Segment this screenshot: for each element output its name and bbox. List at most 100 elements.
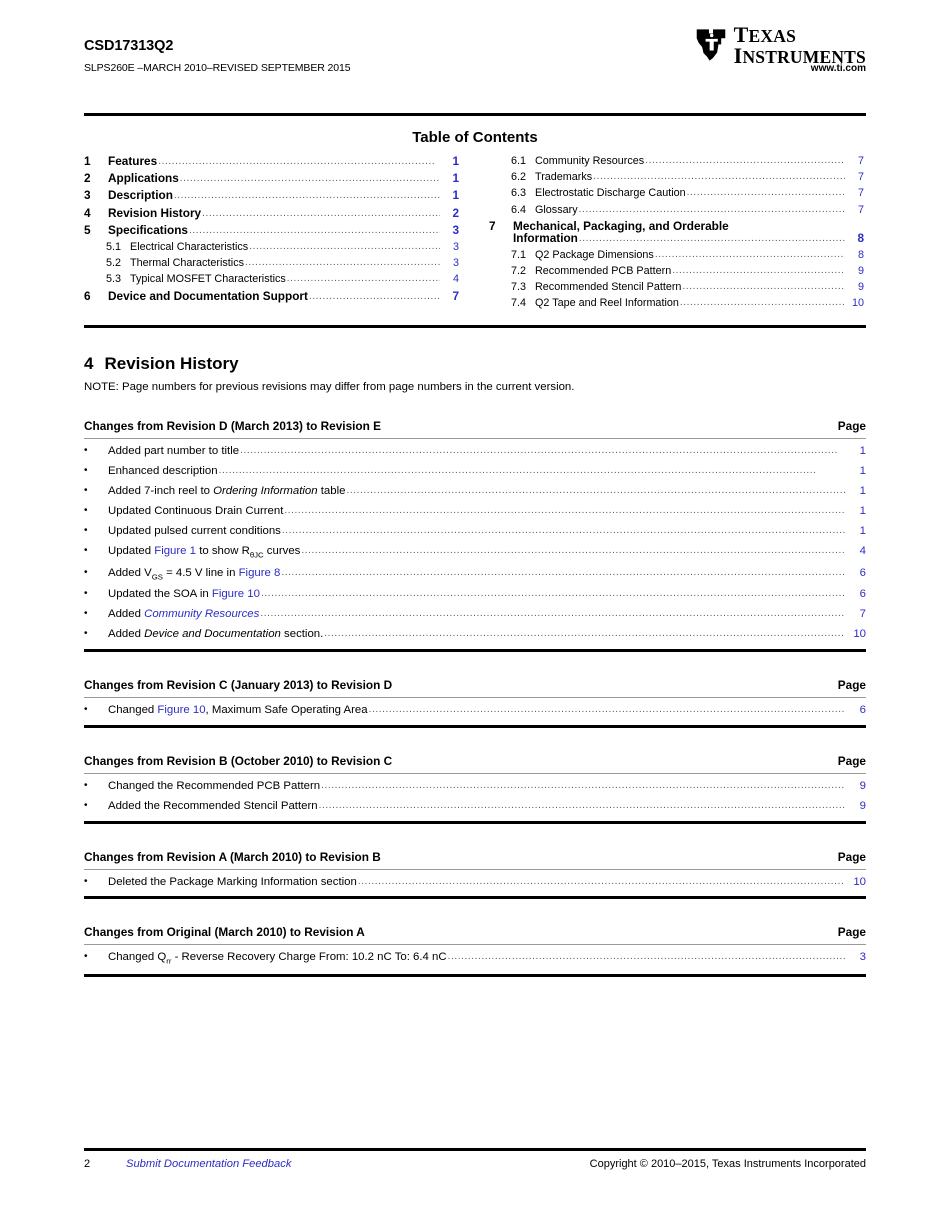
- figure-8-link[interactable]: Figure 8: [239, 567, 281, 579]
- community-resources-link[interactable]: Community Resources: [144, 608, 259, 620]
- toc-entry-trademarks[interactable]: 6.2 Trademarks .........................…: [489, 172, 864, 183]
- toc-page-number[interactable]: 2: [441, 207, 459, 220]
- toc-page-number[interactable]: 3: [441, 242, 459, 253]
- change-item: • Added VGS = 4.5 V line in Figure 8 ...…: [84, 567, 866, 581]
- change-text-part: Changed Q: [108, 951, 167, 964]
- ti-texas-outline-icon: [694, 28, 728, 62]
- toc-entry-electrical-characteristics[interactable]: 5.1 Electrical Characteristics .........…: [84, 242, 459, 253]
- change-page-number[interactable]: 1: [846, 525, 866, 537]
- toc-page-number[interactable]: 7: [846, 204, 864, 216]
- toc-page-number[interactable]: 7: [846, 156, 864, 167]
- leader-dots: ........................................…: [284, 506, 845, 517]
- change-text: Updated Figure 1 to show RθJC curves: [108, 545, 300, 559]
- change-page-number[interactable]: 6: [846, 567, 866, 579]
- toc-page-number[interactable]: 3: [441, 258, 459, 269]
- toc-page-number[interactable]: 7: [441, 290, 459, 303]
- toc-entry-glossary[interactable]: 6.4 Glossary ...........................…: [489, 204, 864, 216]
- toc-entry-recommended-stencil-pattern[interactable]: 7.3 Recommended Stencil Pattern ........…: [489, 282, 864, 293]
- bullet-icon: •: [84, 588, 88, 600]
- toc-entry-applications[interactable]: 2 Applications .........................…: [84, 171, 459, 186]
- toc-number: 2: [84, 171, 91, 186]
- toc-leader-dots: ........................................…: [173, 191, 440, 202]
- toc-number: 5.3: [106, 273, 122, 286]
- toc-label: Applications: [108, 171, 179, 186]
- change-page-number[interactable]: 3: [846, 952, 866, 964]
- leader-dots: ........................................…: [321, 780, 845, 791]
- change-page-number[interactable]: 10: [846, 628, 866, 640]
- change-item: • Enhanced description .................…: [84, 465, 866, 477]
- revision-block-c-to-d: Changes from Revision C (January 2013) t…: [84, 678, 866, 728]
- change-text: Changed the Recommended PCB Pattern: [108, 779, 321, 792]
- leader-dots: ........................................…: [240, 446, 839, 457]
- toc-number: 1: [84, 154, 91, 168]
- toc-entry-community-resources[interactable]: 6.1 Community Resources ................…: [489, 156, 864, 167]
- change-page-number[interactable]: 1: [846, 485, 866, 497]
- change-page-number[interactable]: 6: [846, 704, 866, 716]
- change-page-number[interactable]: 9: [846, 780, 866, 792]
- change-text-part: Updated: [108, 545, 155, 558]
- toc-page-number[interactable]: 7: [846, 188, 864, 199]
- toc-entry-description[interactable]: 3 Description ..........................…: [84, 190, 459, 202]
- change-item: • Changed Qrr - Reverse Recovery Charge …: [84, 951, 866, 966]
- change-page-number[interactable]: 1: [846, 465, 866, 477]
- revision-block-divider: [84, 944, 866, 946]
- revision-block-divider: [84, 696, 866, 698]
- toc-page-number[interactable]: 1: [441, 155, 459, 168]
- revision-block-b-to-c: Changes from Revision B (October 2010) t…: [84, 754, 866, 824]
- change-text: Added VGS = 4.5 V line in Figure 8: [108, 567, 281, 581]
- change-text: Updated pulsed current conditions: [108, 525, 281, 538]
- revision-history-note: NOTE: Page numbers for previous revision…: [84, 381, 575, 394]
- toc-entry-recommended-pcb-pattern[interactable]: 7.2 Recommended PCB Pattern ............…: [489, 266, 864, 277]
- toc-page-number[interactable]: 8: [846, 232, 864, 245]
- toc-page-number[interactable]: 7: [846, 172, 864, 183]
- header-divider: [84, 113, 866, 116]
- change-page-number[interactable]: 7: [846, 608, 866, 620]
- toc-entry-specifications[interactable]: 5 Specifications .......................…: [84, 224, 459, 237]
- page-column-label: Page: [837, 753, 866, 768]
- datasheet-page: TEXAS INSTRUMENTS CSD17313Q2 SLPS260E –M…: [0, 0, 950, 1230]
- toc-entry-thermal-characteristics[interactable]: 5.2 Thermal Characteristics ............…: [84, 258, 459, 269]
- ti-website-link[interactable]: www.ti.com: [811, 63, 866, 74]
- figure-1-link[interactable]: Figure 1: [154, 545, 196, 557]
- change-page-number[interactable]: 10: [846, 876, 866, 888]
- change-page-number[interactable]: 6: [846, 588, 866, 600]
- toc-page-number[interactable]: 4: [441, 274, 459, 285]
- toc-entry-mechanical-packaging-orderable-information[interactable]: 7 Mechanical, Packaging, and Orderable I…: [489, 218, 864, 245]
- toc-entry-q2-tape-and-reel-information[interactable]: 7.4 Q2 Tape and Reel Information .......…: [489, 298, 864, 309]
- toc-leader-dots: ........................................…: [249, 241, 440, 252]
- toc-page-number[interactable]: 9: [846, 266, 864, 277]
- change-page-number[interactable]: 4: [846, 545, 866, 557]
- leader-dots: ........................................…: [281, 567, 845, 578]
- toc-entry-revision-history[interactable]: 4 Revision History .....................…: [84, 207, 459, 220]
- document-header: TEXAS INSTRUMENTS CSD17313Q2 SLPS260E –M…: [84, 0, 866, 100]
- toc-page-number[interactable]: 10: [846, 298, 864, 309]
- toc-page-number[interactable]: 9: [846, 282, 864, 293]
- revision-block-title: Changes from Revision D (March 2013) to …: [84, 419, 381, 434]
- figure-10-link[interactable]: Figure 10: [212, 588, 260, 600]
- toc-entry-q2-package-dimensions[interactable]: 7.1 Q2 Package Dimensions ..............…: [489, 249, 864, 261]
- toc-entry-typical-mosfet-characteristics[interactable]: 5.3 Typical MOSFET Characteristics .....…: [84, 274, 459, 285]
- toc-leader-dots: ........................................…: [308, 291, 440, 302]
- submit-documentation-feedback-link[interactable]: Submit Documentation Feedback: [126, 1158, 291, 1170]
- toc-page-number[interactable]: 1: [441, 190, 459, 202]
- revision-block-divider: [84, 772, 866, 774]
- toc-entry-device-documentation-support[interactable]: 6 Device and Documentation Support .....…: [84, 288, 459, 303]
- page-footer: 2 Submit Documentation Feedback Copyrigh…: [84, 1148, 866, 1170]
- toc-page-number[interactable]: 8: [846, 249, 864, 261]
- leader-dots: ........................................…: [318, 800, 845, 811]
- toc-page-number[interactable]: 1: [441, 172, 459, 185]
- toc-page-number[interactable]: 3: [441, 224, 459, 237]
- texas-instruments-logo: TEXAS INSTRUMENTS: [694, 24, 866, 67]
- change-page-number[interactable]: 1: [846, 505, 866, 517]
- toc-entry-electrostatic-discharge-caution[interactable]: 6.3 Electrostatic Discharge Caution ....…: [489, 188, 864, 199]
- leader-dots: ........................................…: [324, 628, 845, 639]
- figure-10-link[interactable]: Figure 10: [157, 704, 205, 716]
- change-page-number[interactable]: 9: [846, 800, 866, 812]
- toc-label: Electrical Characteristics: [130, 240, 249, 253]
- toc-number: 6: [84, 288, 91, 303]
- change-page-number[interactable]: 1: [846, 446, 866, 458]
- toc-label: Description: [108, 188, 173, 203]
- toc-entry-features[interactable]: 1 Features .............................…: [84, 154, 459, 168]
- toc-number: 7: [489, 218, 496, 233]
- change-item: • Changed the Recommended PCB Pattern ..…: [84, 779, 866, 792]
